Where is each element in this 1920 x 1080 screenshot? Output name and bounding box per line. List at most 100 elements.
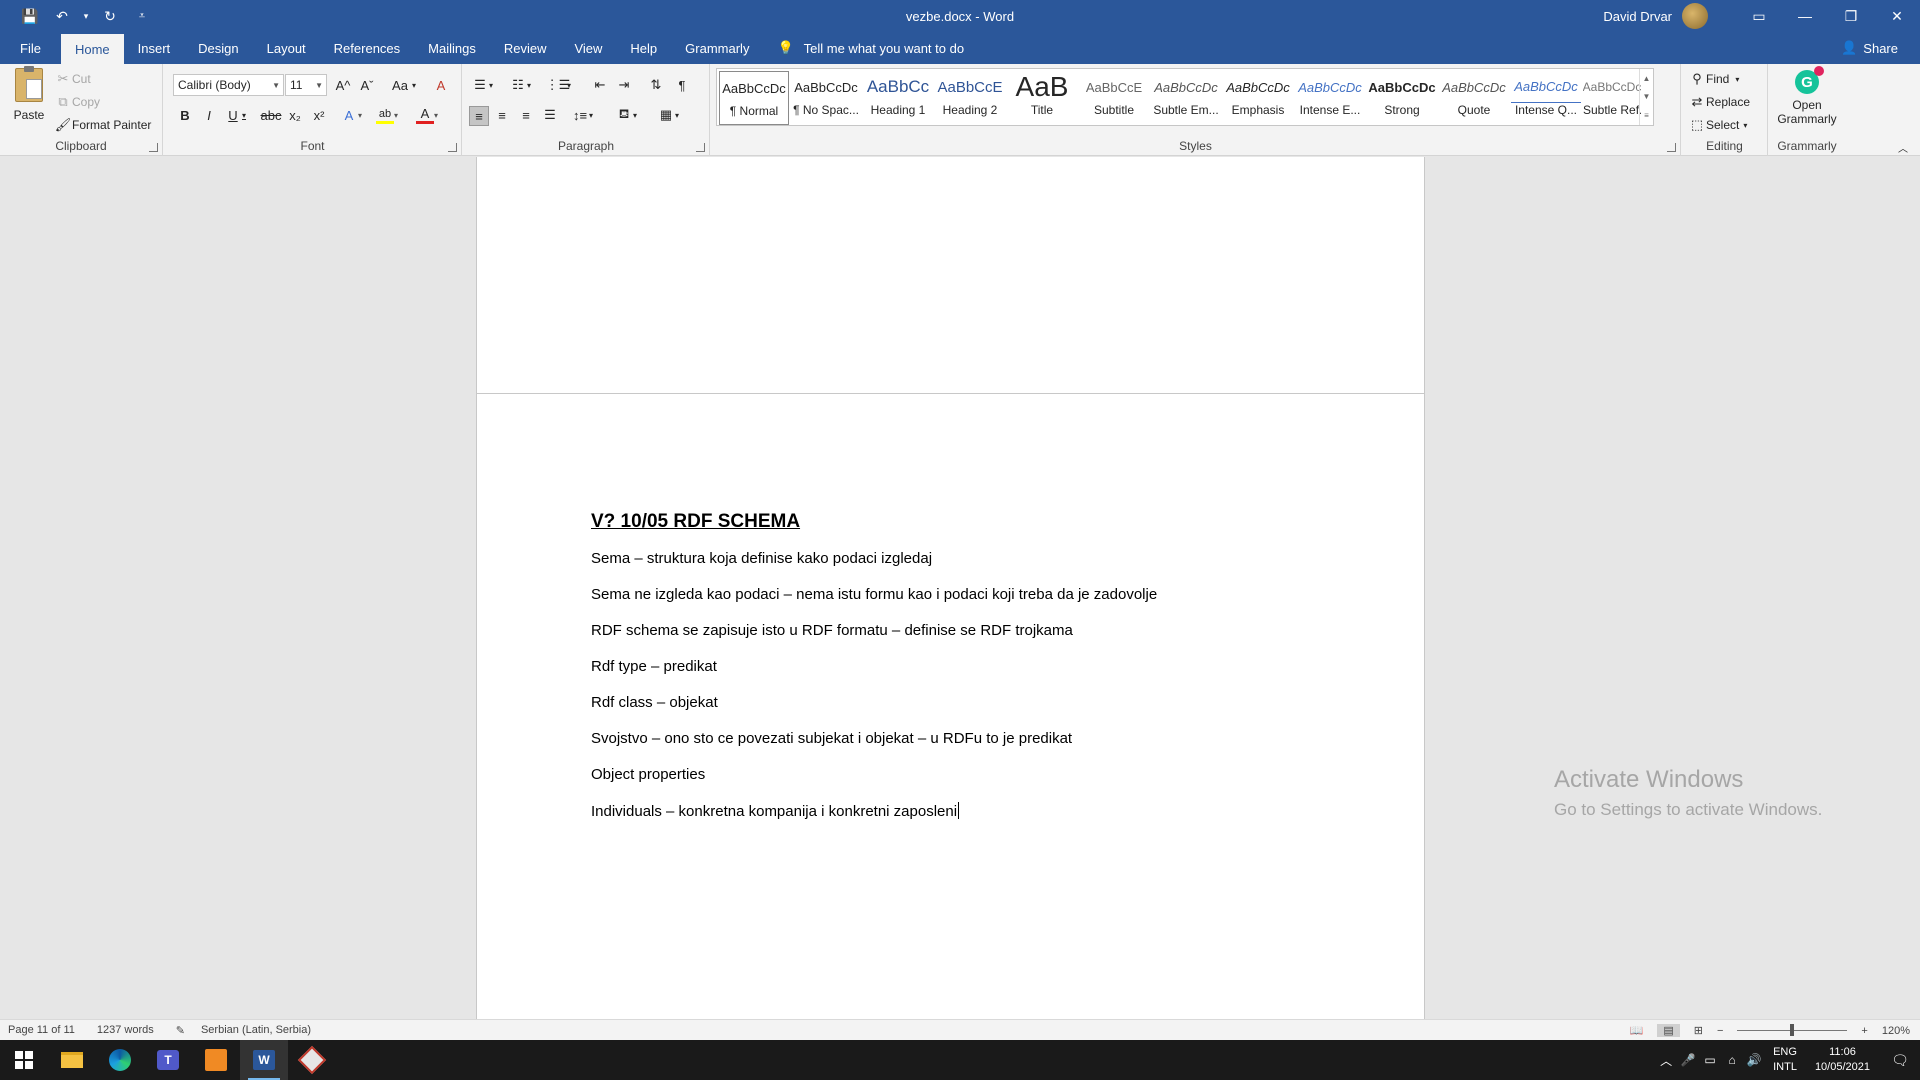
style-subtitle[interactable]: AaBbCcE Subtitle — [1079, 71, 1149, 125]
style-subtle-reference[interactable]: AaBbCcDc Subtle Ref... — [1583, 71, 1641, 125]
teams-icon[interactable]: T — [144, 1040, 192, 1080]
bold-button[interactable]: B — [176, 106, 194, 124]
zoom-thumb[interactable] — [1790, 1024, 1795, 1036]
style-no-spacing[interactable]: AaBbCcDc ¶ No Spac... — [791, 71, 861, 125]
microphone-icon[interactable]: 🎤 — [1677, 1053, 1699, 1067]
close-icon[interactable]: ✕ — [1874, 0, 1920, 32]
ribbon-display-options-icon[interactable]: ▭ — [1736, 0, 1782, 32]
notifications-icon[interactable]: 🗨 — [1880, 1052, 1920, 1069]
tab-insert[interactable]: Insert — [124, 32, 185, 64]
user-name[interactable]: David Drvar — [1603, 9, 1672, 24]
open-grammarly-button[interactable]: G Open Grammarly — [1773, 66, 1841, 126]
more-styles-icon[interactable]: ≡ — [1644, 111, 1649, 120]
undo-dropdown-icon[interactable]: ▾ — [80, 2, 92, 30]
scroll-up-icon[interactable]: ▲ — [1643, 74, 1651, 83]
styles-scroll[interactable]: ▲ ▼ ≡ — [1639, 69, 1653, 125]
find-button[interactable]: ⚲ Find ▾ — [1688, 70, 1739, 88]
subscript-button[interactable]: x₂ — [286, 106, 304, 124]
style-quote[interactable]: AaBbCcDc Quote — [1439, 71, 1509, 125]
document-paragraph[interactable]: Rdf type – predikat — [591, 658, 717, 675]
clipboard-launcher-icon[interactable] — [149, 143, 158, 152]
zoom-out-icon[interactable]: − — [1717, 1025, 1723, 1037]
page[interactable]: V? 10/05 RDF SCHEMA Sema – struktura koj… — [476, 393, 1425, 1019]
proofing-icon[interactable]: ✎ — [176, 1024, 185, 1037]
align-right-button[interactable]: ≡ — [517, 106, 535, 124]
text-effects-button[interactable]: A ▾ — [340, 106, 362, 124]
customize-qat-icon[interactable]: ⩡ — [128, 2, 156, 30]
borders-button[interactable]: ▦ ▾ — [657, 106, 679, 124]
restore-icon[interactable]: ❐ — [1828, 0, 1874, 32]
print-layout-icon[interactable]: ▤ — [1657, 1024, 1680, 1037]
document-heading[interactable]: V? 10/05 RDF SCHEMA — [591, 511, 800, 533]
tab-mailings[interactable]: Mailings — [414, 32, 490, 64]
align-center-button[interactable]: ≡ — [493, 106, 511, 124]
style-heading-1[interactable]: AaBbCc Heading 1 — [863, 71, 933, 125]
web-layout-icon[interactable]: ⊞ — [1694, 1024, 1703, 1037]
network-icon[interactable]: ⌂ — [1721, 1053, 1743, 1067]
copy-button[interactable]: ⧉ Copy — [54, 93, 100, 111]
snipping-tool-icon[interactable] — [288, 1040, 336, 1080]
zoom-slider[interactable] — [1737, 1024, 1848, 1036]
clear-formatting-button[interactable]: A — [432, 76, 450, 94]
select-button[interactable]: ⬚ Select ▾ — [1688, 116, 1748, 134]
shrink-font-button[interactable]: Aˇ — [358, 76, 376, 94]
read-mode-icon[interactable]: 📖 — [1630, 1024, 1644, 1037]
cut-button[interactable]: ✂ Cut — [54, 70, 91, 88]
numbering-button[interactable]: ☷ ▾ — [509, 76, 531, 94]
volume-icon[interactable]: 🔊 — [1743, 1053, 1765, 1067]
file-explorer-icon[interactable] — [48, 1040, 96, 1080]
app-orange-icon[interactable] — [192, 1040, 240, 1080]
font-color-button[interactable]: A ▾ — [416, 106, 438, 124]
paste-button[interactable]: Paste — [10, 66, 48, 122]
style-subtle-emphasis[interactable]: AaBbCcDc Subtle Em... — [1151, 71, 1221, 125]
show-hidden-icons-icon[interactable]: ︿ — [1655, 1052, 1677, 1069]
page-count[interactable]: Page 11 of 11 — [8, 1024, 75, 1036]
replace-button[interactable]: ⇄ Replace — [1688, 93, 1750, 111]
zoom-in-icon[interactable]: + — [1861, 1025, 1867, 1037]
document-paragraph[interactable]: Object properties — [591, 766, 705, 783]
multilevel-list-button[interactable]: ⋮☰ ▾ — [546, 76, 571, 94]
scroll-down-icon[interactable]: ▼ — [1643, 92, 1651, 101]
tab-review[interactable]: Review — [490, 32, 561, 64]
document-paragraph[interactable]: Individuals – konkretna kompanija i konk… — [591, 803, 957, 820]
tab-help[interactable]: Help — [616, 32, 671, 64]
document-paragraph[interactable]: Sema – struktura koja definise kako poda… — [591, 550, 932, 567]
style-strong[interactable]: AaBbCcDc Strong — [1367, 71, 1437, 125]
font-launcher-icon[interactable] — [448, 143, 457, 152]
style-emphasis[interactable]: AaBbCcDc Emphasis — [1223, 71, 1293, 125]
zoom-level[interactable]: 120% — [1882, 1025, 1910, 1037]
style-heading-2[interactable]: AaBbCcE Heading 2 — [935, 71, 1005, 125]
superscript-button[interactable]: x² — [310, 106, 328, 124]
battery-icon[interactable]: ▭ — [1699, 1053, 1721, 1067]
style-normal[interactable]: AaBbCcDc ¶ Normal — [719, 71, 789, 125]
tell-me-search[interactable]: 💡 Tell me what you want to do — [777, 32, 964, 64]
paragraph-launcher-icon[interactable] — [696, 143, 705, 152]
avatar[interactable] — [1682, 3, 1708, 29]
clock[interactable]: 11:06 10/05/2021 — [1815, 1045, 1870, 1075]
show-marks-button[interactable]: ¶ — [673, 76, 691, 94]
share-button[interactable]: 👤 Share — [1841, 32, 1898, 64]
edge-browser-icon[interactable] — [96, 1040, 144, 1080]
align-left-button[interactable]: ≡ — [469, 106, 489, 126]
tab-layout[interactable]: Layout — [253, 32, 320, 64]
style-intense-emphasis[interactable]: AaBbCcDc Intense E... — [1295, 71, 1365, 125]
change-case-button[interactable]: Aa ▾ — [388, 76, 416, 94]
font-size-select[interactable]: 11 ▼ — [285, 74, 327, 96]
grow-font-button[interactable]: A^ — [334, 76, 352, 94]
document-paragraph-last[interactable]: Individuals – konkretna kompanija i konk… — [591, 802, 960, 820]
style-title[interactable]: AaB Title — [1007, 71, 1077, 125]
document-canvas[interactable]: V? 10/05 RDF SCHEMA Sema – struktura koj… — [0, 157, 1920, 1019]
tab-design[interactable]: Design — [184, 32, 252, 64]
redo-icon[interactable]: ↻ — [96, 2, 124, 30]
document-paragraph[interactable]: Svojstvo – ono sto ce povezati subjekat … — [591, 730, 1072, 747]
undo-icon[interactable]: ↶ — [48, 2, 76, 30]
tab-file[interactable]: File — [0, 32, 61, 64]
tab-view[interactable]: View — [560, 32, 616, 64]
italic-button[interactable]: I — [200, 106, 218, 124]
tab-grammarly[interactable]: Grammarly — [671, 32, 763, 64]
underline-button[interactable]: U ▾ — [224, 106, 246, 124]
document-paragraph[interactable]: Rdf class – objekat — [591, 694, 718, 711]
highlight-button[interactable]: ab ▾ — [376, 106, 398, 124]
save-icon[interactable]: 💾 — [16, 2, 44, 30]
tab-references[interactable]: References — [320, 32, 414, 64]
